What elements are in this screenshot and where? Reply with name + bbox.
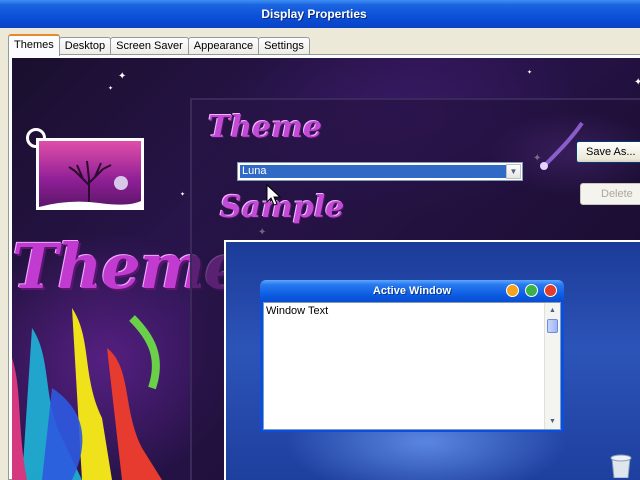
theme-heading: Theme (208, 110, 323, 145)
preview-window-text: Window Text (266, 305, 329, 317)
sample-preview: Active Window Window Text ▲ ▼ (224, 240, 640, 480)
tab-strip: Themes Desktop Screen Saver Appearance S… (8, 34, 310, 56)
sample-heading: Sample (220, 190, 345, 225)
sparkle-icon: ✦ (527, 70, 533, 76)
tree-icon (39, 160, 141, 207)
save-as-button[interactable]: Save As... (576, 141, 640, 163)
tab-themes[interactable]: Themes (8, 34, 60, 56)
chevron-down-icon: ▼ (509, 167, 518, 176)
sparkle-icon: ✦ (180, 192, 186, 198)
tab-desktop[interactable]: Desktop (58, 37, 112, 55)
close-icon (544, 284, 557, 297)
sparkle-icon: ✦ (118, 71, 127, 82)
theme-dropdown-value: Luna (239, 164, 507, 179)
preview-window-body: Window Text ▲ ▼ (263, 302, 561, 430)
preview-scrollbar: ▲ ▼ (544, 303, 560, 429)
delete-button[interactable]: Delete (580, 183, 640, 205)
window-title: Display Properties (261, 7, 367, 21)
paint-splash-art (12, 308, 162, 480)
scroll-up-icon: ▲ (549, 307, 556, 314)
mouse-cursor-icon (266, 184, 282, 206)
tab-appearance[interactable]: Appearance (187, 37, 260, 55)
recycle-bin-icon (610, 454, 632, 478)
maximize-icon (525, 284, 538, 297)
sparkle-icon: ✦ (634, 77, 640, 88)
tab-screen-saver[interactable]: Screen Saver (110, 37, 189, 55)
minimize-icon (506, 284, 519, 297)
dropdown-arrow-button[interactable]: ▼ (506, 164, 521, 179)
preview-active-window: Active Window Window Text ▲ ▼ (260, 280, 564, 432)
tree-picture (36, 138, 144, 210)
scroll-thumb (547, 319, 558, 333)
scroll-down-icon: ▼ (549, 418, 556, 425)
sparkle-icon: ✦ (108, 86, 114, 92)
preview-window-title-text: Active Window (372, 285, 452, 297)
theme-dropdown[interactable]: Luna ▼ (237, 162, 523, 181)
title-bar[interactable]: Display Properties (0, 0, 640, 28)
tab-settings[interactable]: Settings (258, 37, 310, 55)
